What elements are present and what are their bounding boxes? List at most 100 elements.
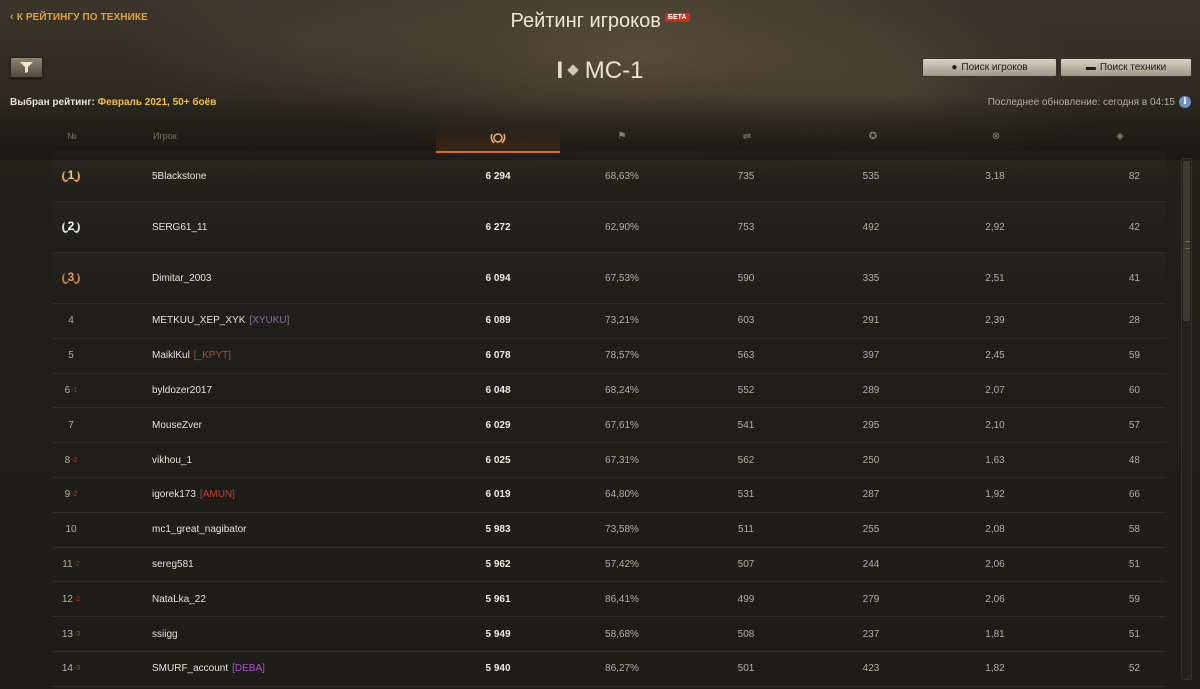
table-row[interactable]: 13 -3 ssiigg 5 949 58,68% 508 237 1,81 51 (52, 617, 1166, 652)
avg-damage: 287 (862, 489, 880, 501)
rank-cell: 14 -3 (52, 652, 90, 686)
info-icon[interactable]: i (1179, 96, 1191, 108)
vehicle-tier: I (556, 57, 564, 84)
table-row[interactable]: 7 MouseZver 6 029 67,61% 541 295 2,10 57 (52, 408, 1166, 444)
rating-value: 5 983 (485, 524, 511, 536)
player-name[interactable]: ssiigg (152, 629, 178, 640)
avg-damage: 289 (862, 384, 880, 396)
beta-badge: БЕТА (664, 13, 690, 22)
column-header-spotted[interactable]: ◈ (1110, 131, 1130, 142)
win-rate: 68,63% (605, 170, 639, 182)
rank-number: 14 (61, 663, 73, 675)
tank-icon: ▬ (1085, 62, 1096, 73)
user-icon: ● (951, 62, 958, 73)
silver-medal-icon: 2 (62, 219, 80, 235)
player-name[interactable]: byldozer2017 (152, 385, 212, 396)
spotted-count: 28 (1128, 315, 1140, 327)
player-name[interactable]: MouseZver (152, 420, 202, 431)
rank-number: 10 (65, 524, 77, 536)
column-header-winrate[interactable]: ⚑ (615, 131, 629, 142)
rank-change: -2 (71, 456, 78, 464)
clan-tag[interactable]: [XYUKU] (249, 315, 289, 326)
rank-number: 4 (68, 315, 74, 327)
spotted-count: 58 (1128, 524, 1140, 536)
table-row[interactable]: 14 -3 SMURF_account [DEBA] 5 940 86,27% 501 423… (52, 652, 1166, 687)
last-update: Последнее обновление: сегодня в 04:15 (987, 97, 1175, 108)
player-name[interactable]: Dimitar_2003 (152, 273, 211, 284)
column-header-rating[interactable] (436, 128, 560, 153)
player-name[interactable]: MaiklKul (152, 350, 190, 361)
rank-number: 13 (61, 628, 73, 640)
rating-value: 6 094 (485, 272, 511, 284)
battles-count: 563 (737, 350, 755, 362)
player-name[interactable]: mc1_great_nagibator (152, 524, 247, 535)
clan-tag[interactable]: [_KPYT] (194, 350, 231, 361)
rank-number: 8 (64, 454, 71, 466)
table-row[interactable]: 2 SERG61_11 6 272 62,90% 753 492 2,92 42 (52, 202, 1166, 253)
search-players-button[interactable]: ● Поиск игроков (922, 58, 1057, 77)
column-header-kill-ratio[interactable]: ⊗ (984, 131, 1008, 142)
rating-value: 5 949 (485, 628, 511, 640)
battles-count: 541 (737, 419, 755, 431)
table-row[interactable]: 8 -2 vikhou_1 6 025 67,31% 562 250 1,63 48 (52, 443, 1166, 478)
battles-count: 603 (737, 315, 755, 327)
avg-damage: 295 (862, 419, 880, 431)
spotted-count: 51 (1128, 558, 1140, 570)
rank-number: 7 (68, 419, 74, 431)
kill-ratio: 2,07 (985, 384, 1005, 396)
player-name[interactable]: igorek173 (152, 489, 196, 500)
kill-ratio: 1,92 (985, 489, 1005, 501)
table-row[interactable]: 1 5Blackstone 6 294 68,63% 735 535 3,18 82 (52, 151, 1166, 202)
avg-damage: 237 (862, 628, 880, 640)
gold-medal-icon: 1 (62, 168, 80, 184)
clan-tag[interactable]: [DEBA] (232, 663, 265, 674)
scrollbar[interactable] (1181, 158, 1192, 680)
rank-change: -3 (73, 665, 81, 673)
player-name[interactable]: 5Blackstone (152, 171, 206, 182)
player-cell: vikhou_1 (152, 443, 472, 477)
rank-change: -2 (73, 595, 81, 603)
table-row[interactable]: 11 -2 sereg581 5 962 57,42% 507 244 2,06 51 (52, 548, 1166, 583)
filter-button[interactable] (10, 57, 43, 78)
spotted-icon: ◈ (1116, 131, 1124, 142)
battles-count: 753 (737, 221, 755, 233)
table-row[interactable]: 5 MaiklKul [_KPYT] 6 078 78,57% 563 397 2,45 59 (52, 339, 1166, 374)
search-vehicles-label: Поиск техники (1099, 62, 1167, 73)
player-cell: igorek173 [AMUN] (152, 478, 472, 512)
rating-value: 6 048 (485, 384, 511, 396)
clan-tag[interactable]: [AMUN] (200, 489, 235, 500)
rating-value: 5 940 (485, 663, 511, 675)
table-row[interactable]: 12 -2 NataLka_22 5 961 86,41% 499 279 2,06 59 (52, 582, 1166, 618)
win-rate: 67,61% (605, 419, 639, 431)
avg-damage: 291 (862, 315, 880, 327)
battles-icon: ⇌ (742, 131, 752, 142)
selected-rating-value[interactable]: Февраль 2021, 50+ боёв (98, 97, 217, 108)
vehicle-name: МС-1 (584, 57, 644, 84)
column-header-avg-damage[interactable]: ✪ (863, 131, 883, 142)
player-name[interactable]: sereg581 (152, 559, 194, 570)
column-header-battles[interactable]: ⇌ (737, 131, 757, 142)
table-row[interactable]: 3 Dimitar_2003 6 094 67,53% 590 335 2,51 41 (52, 253, 1166, 304)
rank-change: -3 (73, 630, 81, 638)
kill-ratio: 2,10 (985, 419, 1005, 431)
win-rate: 73,21% (605, 315, 639, 327)
scrollbar-thumb[interactable] (1183, 161, 1190, 321)
player-name[interactable]: SMURF_account (152, 663, 228, 674)
kill-ratio: 2,08 (985, 524, 1005, 536)
win-rate: 68,24% (605, 384, 639, 396)
player-name[interactable]: vikhou_1 (152, 455, 192, 466)
player-name[interactable]: NataLka_22 (152, 594, 206, 605)
table-row[interactable]: 10 mc1_great_nagibator 5 983 73,58% 511 255 2,… (52, 513, 1166, 548)
battles-count: 499 (737, 593, 755, 605)
rating-value: 5 961 (485, 593, 511, 605)
column-header-player[interactable]: Игрок (153, 131, 177, 141)
table-row[interactable]: 6 -1 byldozer2017 6 048 68,24% 552 289 2,07 60 (52, 374, 1166, 409)
table-row[interactable]: 9 -2 igorek173 [AMUN] 6 019 64,80% 531 287 1,92 6… (52, 478, 1166, 513)
rating-value: 6 025 (485, 454, 511, 466)
win-rate: 58,68% (605, 628, 639, 640)
rating-value: 6 029 (485, 419, 511, 431)
search-vehicles-button[interactable]: ▬ Поиск техники (1060, 58, 1192, 77)
player-name[interactable]: METKUU_XEP_XYK (152, 315, 245, 326)
player-name[interactable]: SERG61_11 (152, 222, 207, 233)
table-row[interactable]: 4 METKUU_XEP_XYK [XYUKU] 6 089 73,21% 603 291 2… (52, 304, 1166, 339)
